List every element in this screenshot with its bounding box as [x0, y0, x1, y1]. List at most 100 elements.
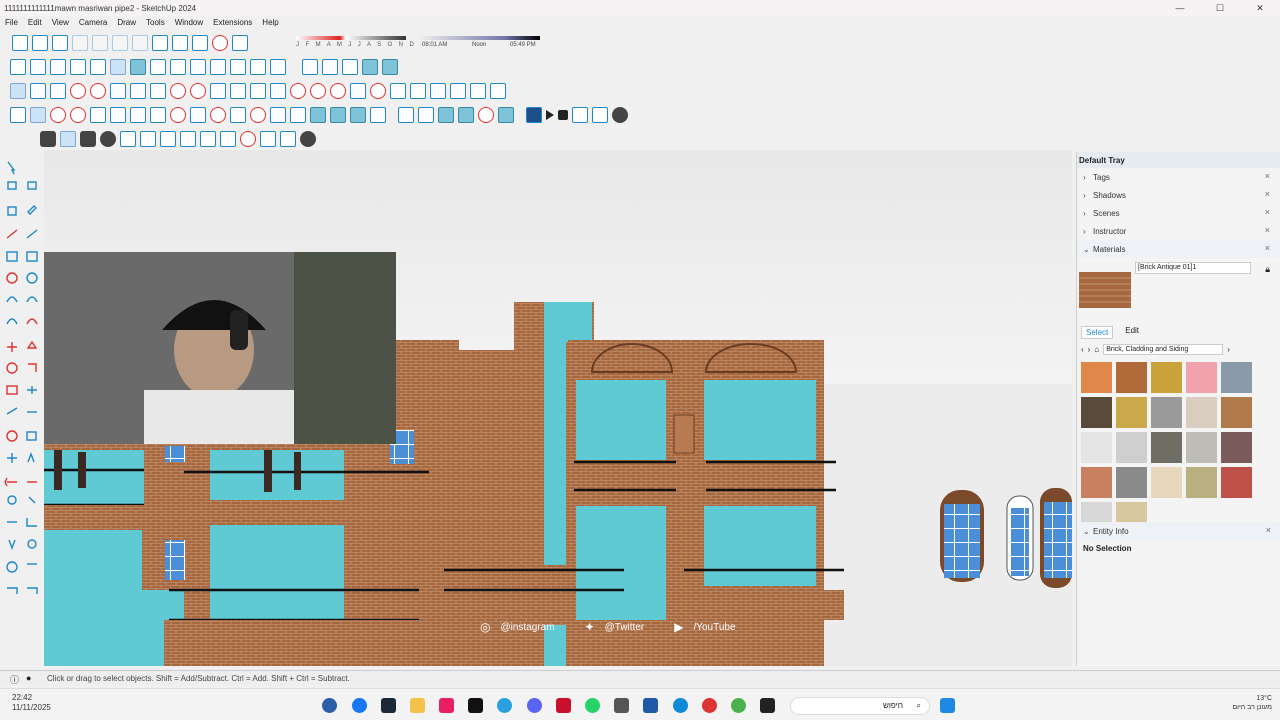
section-cut-icon[interactable]: [250, 59, 266, 75]
scale-icon[interactable]: [330, 83, 346, 99]
material-swatch[interactable]: [1151, 432, 1182, 463]
section-fill-icon[interactable]: [270, 59, 286, 75]
x-app-icon[interactable]: [760, 698, 775, 713]
protractor-icon[interactable]: [430, 83, 446, 99]
info-icon[interactable]: ⓘ: [10, 673, 19, 686]
material-swatch[interactable]: [1151, 362, 1182, 393]
entity-info-header[interactable]: ⌄ Entity Info ×: [1077, 522, 1280, 540]
copy-icon[interactable]: [92, 35, 108, 51]
circle-select-icon[interactable]: [130, 107, 146, 123]
ext-camera-icon[interactable]: [120, 131, 136, 147]
section-plane-icon[interactable]: [230, 59, 246, 75]
chrome-icon[interactable]: [731, 698, 746, 713]
export-icon[interactable]: [526, 107, 542, 123]
building-model[interactable]: [44, 150, 1072, 666]
app-icon[interactable]: [497, 698, 512, 713]
hidden-line-icon[interactable]: [210, 59, 226, 75]
capcut-icon[interactable]: [439, 698, 454, 713]
drape-icon[interactable]: [350, 107, 366, 123]
paint-bucket-icon[interactable]: [30, 83, 46, 99]
ext-script-icon[interactable]: [200, 131, 216, 147]
move-icon[interactable]: [290, 83, 306, 99]
ext-grid-icon[interactable]: [160, 131, 176, 147]
line-icon[interactable]: [110, 83, 126, 99]
circle-icon[interactable]: [170, 83, 186, 99]
eraser-tool-icon[interactable]: [50, 107, 66, 123]
material-swatch[interactable]: [1151, 397, 1182, 428]
wireframe-icon[interactable]: [190, 59, 206, 75]
store-icon[interactable]: [643, 698, 658, 713]
steam-icon[interactable]: [381, 698, 396, 713]
cut-icon[interactable]: [72, 35, 88, 51]
pen-icon[interactable]: [70, 107, 86, 123]
close-icon[interactable]: ×: [1265, 207, 1270, 217]
tape-measure-icon[interactable]: [390, 83, 406, 99]
scene-settings-icon[interactable]: [572, 107, 588, 123]
top-view-icon[interactable]: [30, 59, 46, 75]
rotate-tool-icon[interactable]: [210, 107, 226, 123]
close-icon[interactable]: ×: [1266, 525, 1271, 535]
material-swatch[interactable]: [1116, 467, 1147, 498]
details-icon[interactable]: ›: [1227, 345, 1230, 354]
solid-tools-icon[interactable]: [362, 59, 378, 75]
calculator-icon[interactable]: [614, 698, 629, 713]
gear-icon[interactable]: [612, 107, 628, 123]
select-arrow-icon[interactable]: [30, 107, 46, 123]
weather-widget[interactable]: 13°C מעונן רב היום: [1232, 694, 1272, 712]
material-swatch[interactable]: [1221, 467, 1252, 498]
offset-icon[interactable]: [350, 83, 366, 99]
lasso-icon[interactable]: [50, 83, 66, 99]
back-view-icon[interactable]: [90, 59, 106, 75]
stop-icon[interactable]: [558, 110, 568, 120]
orbit-icon[interactable]: [250, 107, 266, 123]
account-icon[interactable]: [300, 131, 316, 147]
material-swatch[interactable]: [1081, 397, 1112, 428]
text-icon[interactable]: [450, 83, 466, 99]
close-button[interactable]: ✕: [1240, 0, 1280, 16]
paste-icon[interactable]: [112, 35, 128, 51]
solid-union-icon[interactable]: [382, 59, 398, 75]
material-swatch[interactable]: [1081, 432, 1112, 463]
move-tool-icon[interactable]: [170, 107, 186, 123]
menu-view[interactable]: View: [47, 18, 74, 27]
shadow-toggle-icon[interactable]: [232, 35, 248, 51]
material-swatch[interactable]: [1186, 397, 1217, 428]
polygon-icon[interactable]: [190, 83, 206, 99]
close-icon[interactable]: ×: [1265, 171, 1270, 181]
xray-icon[interactable]: [150, 59, 166, 75]
arc-icon[interactable]: [210, 83, 226, 99]
flip-edge-icon[interactable]: [498, 107, 514, 123]
play-icon[interactable]: [546, 110, 554, 120]
back-icon[interactable]: ‹: [1081, 345, 1084, 354]
tab-edit[interactable]: Edit: [1125, 326, 1139, 339]
material-swatch[interactable]: [1186, 432, 1217, 463]
menu-tools[interactable]: Tools: [141, 18, 170, 27]
discord-icon[interactable]: [527, 698, 542, 713]
menu-help[interactable]: Help: [257, 18, 283, 27]
cart-icon[interactable]: [280, 131, 296, 147]
sandbox-icon[interactable]: [310, 107, 326, 123]
tray-panel-shadows[interactable]: › Shadows ×: [1077, 186, 1280, 204]
outliner-icon[interactable]: [342, 59, 358, 75]
sketchup-taskbar-icon[interactable]: [322, 698, 337, 713]
pushpull-icon[interactable]: [270, 83, 286, 99]
home-icon[interactable]: ⌂: [1094, 345, 1099, 354]
pie-icon[interactable]: [230, 83, 246, 99]
windows-start-icon[interactable]: [940, 698, 955, 713]
rect-select-icon[interactable]: [110, 107, 126, 123]
rectangle-icon[interactable]: [130, 83, 146, 99]
group-icon[interactable]: [322, 59, 338, 75]
terrain-icon[interactable]: [438, 107, 454, 123]
add-icon[interactable]: [100, 131, 116, 147]
close-icon[interactable]: ×: [1265, 189, 1270, 199]
back-edges-icon[interactable]: [170, 59, 186, 75]
search-icon[interactable]: [10, 107, 26, 123]
lock-icon[interactable]: 🔒︎: [1265, 264, 1270, 275]
cloud-icon[interactable]: [180, 131, 196, 147]
tray-panel-materials[interactable]: ⌄ Materials ×: [1077, 240, 1280, 258]
model-viewport[interactable]: ◎ @instagram ✦ @Twitter ▶ /YouTube: [44, 150, 1072, 666]
material-swatch[interactable]: [1081, 467, 1112, 498]
material-swatch[interactable]: [1081, 362, 1112, 393]
ext-help-icon[interactable]: [240, 131, 256, 147]
menu-extensions[interactable]: Extensions: [208, 18, 257, 27]
